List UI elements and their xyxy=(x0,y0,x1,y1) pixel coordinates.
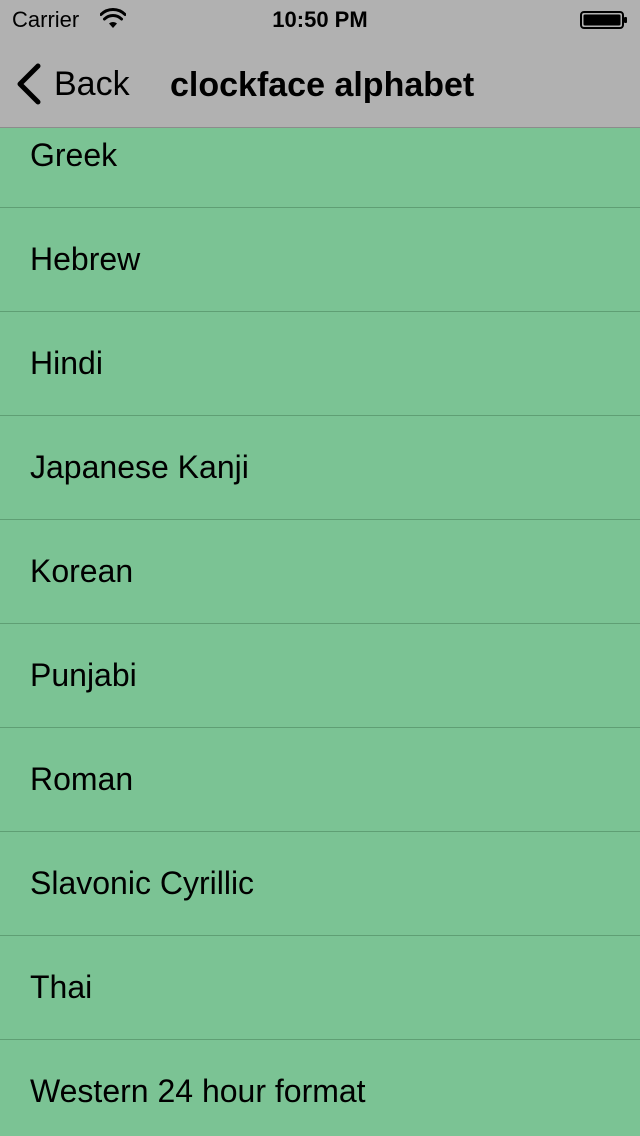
list-item-western-24-hour-format[interactable]: Western 24 hour format xyxy=(0,1040,640,1136)
list-item-hebrew[interactable]: Hebrew xyxy=(0,208,640,312)
alphabet-list-content: Greek Hebrew Hindi Japanese Kanji Korean… xyxy=(0,128,640,1136)
page-title: clockface alphabet xyxy=(170,66,475,104)
clock-time: 10:50 PM xyxy=(272,7,368,32)
status-bar: Carrier 10:50 PM xyxy=(0,0,640,40)
back-button[interactable]: Back xyxy=(14,62,130,106)
top-bar: Carrier 10:50 PM Back clockface alphabet xyxy=(0,0,640,128)
alphabet-list[interactable]: Greek Hebrew Hindi Japanese Kanji Korean… xyxy=(0,128,640,1136)
list-item-slavonic-cyrillic[interactable]: Slavonic Cyrillic xyxy=(0,832,640,936)
list-item-japanese-kanji[interactable]: Japanese Kanji xyxy=(0,416,640,520)
list-item-korean[interactable]: Korean xyxy=(0,520,640,624)
list-item-hindi[interactable]: Hindi xyxy=(0,312,640,416)
chevron-left-icon xyxy=(17,63,41,105)
battery-icon xyxy=(580,11,628,29)
list-item-punjabi[interactable]: Punjabi xyxy=(0,624,640,728)
navigation-bar: Back clockface alphabet xyxy=(0,40,640,128)
list-item-thai[interactable]: Thai xyxy=(0,936,640,1040)
back-button-label: Back xyxy=(54,64,130,103)
list-item-greek[interactable]: Greek xyxy=(0,128,640,208)
list-item-roman[interactable]: Roman xyxy=(0,728,640,832)
